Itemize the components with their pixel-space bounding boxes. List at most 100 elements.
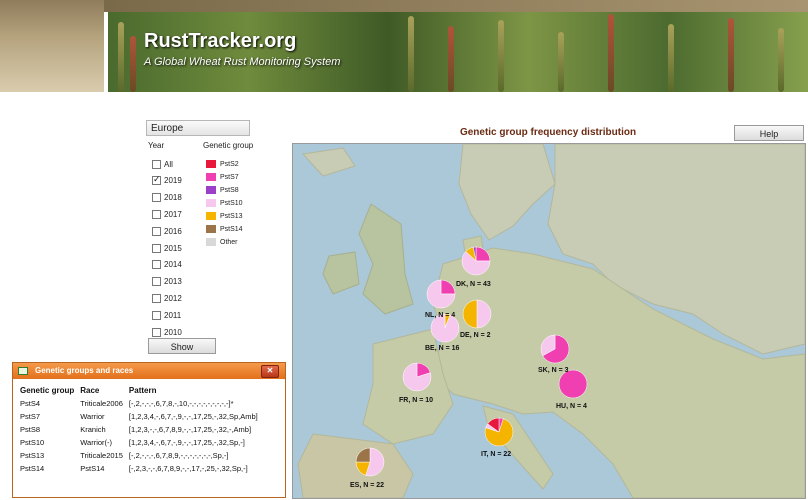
- pie-chart[interactable]: [402, 362, 432, 392]
- legend-swatch: [206, 173, 216, 181]
- year-label: 2013: [164, 277, 182, 287]
- year-option[interactable]: 2018: [152, 191, 182, 205]
- year-checkbox[interactable]: [152, 226, 161, 236]
- year-checkbox[interactable]: [152, 277, 161, 287]
- column-header-genetic-group: Genetic group: [20, 386, 75, 395]
- legend-swatch: [206, 238, 216, 246]
- show-button[interactable]: Show: [148, 338, 216, 354]
- pie-chart[interactable]: [461, 246, 491, 276]
- pie-chart[interactable]: [355, 447, 385, 477]
- column-header-pattern: Pattern: [128, 386, 157, 395]
- pie-label: BE, N = 16: [425, 345, 460, 352]
- wheat-stalk-decoration: [118, 22, 124, 92]
- legend-swatch: [206, 160, 216, 168]
- year-option[interactable]: 2019: [152, 174, 182, 188]
- legend-label: PstS14: [220, 225, 243, 233]
- year-label: 2017: [164, 209, 182, 219]
- year-option[interactable]: 2017: [152, 207, 182, 221]
- year-label: 2014: [164, 260, 182, 270]
- year-label: 2016: [164, 226, 182, 236]
- year-checkbox[interactable]: [152, 243, 161, 253]
- cell-pattern: [-,2,3,-,-,6,7,8,9,-,-,17,-,25,-,32,Sp,-…: [128, 464, 248, 473]
- pie-label: DK, N = 43: [456, 281, 491, 288]
- map-title: Genetic group frequency distribution: [459, 127, 637, 138]
- pie-slice: [476, 299, 492, 329]
- year-label: 2010: [164, 327, 182, 337]
- legend-item: PstS13: [206, 210, 243, 222]
- site-title[interactable]: RustTracker.org: [144, 30, 296, 53]
- legend-item: PstS10: [206, 197, 243, 209]
- cell-race: Kranich: [80, 425, 106, 434]
- cell-pattern: [-,2,-,-,-,6,7,8,-,10,-,-,-,-,-,-,-,-,-]…: [128, 399, 234, 408]
- year-checkbox[interactable]: [152, 174, 161, 186]
- pie-chart[interactable]: [484, 417, 514, 447]
- cell-pattern: [1,2,3,-,-,6,7,8,9,-,-,17,25,-,32,-,Amb]: [128, 425, 252, 434]
- year-checkbox[interactable]: [152, 193, 161, 203]
- wheat-stalk-decoration: [778, 28, 784, 92]
- year-option[interactable]: 2016: [152, 224, 182, 238]
- europe-map[interactable]: DK, N = 43 NL, N = 4 DE, N = 2 BE, N = 16 SK…: [292, 143, 806, 499]
- genetic-groups-table: Genetic group Race Pattern PstS4 Tritical…: [17, 385, 261, 475]
- genetic-group-heading: Genetic group: [203, 141, 254, 150]
- pie-chart[interactable]: [426, 279, 456, 309]
- help-button[interactable]: Help: [734, 125, 804, 141]
- pie-label: IT, N = 22: [481, 451, 512, 458]
- year-option[interactable]: 2015: [152, 241, 182, 255]
- year-checkbox[interactable]: [152, 293, 161, 303]
- legend-label: Other: [220, 238, 238, 246]
- table-row: PstS4 Triticale2006 [-,2,-,-,-,6,7,8,-,10,…: [17, 397, 261, 410]
- year-option[interactable]: All: [152, 157, 173, 171]
- genetic-groups-dialog: Genetic groups and races ✕ Genetic group…: [12, 362, 286, 498]
- wheat-stalk-decoration: [608, 14, 614, 92]
- legend-item: PstS7: [206, 171, 239, 183]
- cell-genetic-group: PstS13: [20, 451, 45, 460]
- window-icon: [18, 367, 28, 375]
- year-checkbox[interactable]: [152, 159, 161, 169]
- pie-label: DE, N = 2: [460, 332, 491, 339]
- year-option[interactable]: 2010: [152, 325, 182, 339]
- region-select[interactable]: Europe: [146, 120, 250, 136]
- legend-label: PstS8: [220, 186, 239, 194]
- legend-label: PstS2: [220, 160, 239, 168]
- year-label: 2012: [164, 293, 182, 303]
- legend-swatch: [206, 212, 216, 220]
- wheat-stalk-decoration: [448, 26, 454, 92]
- year-checkbox[interactable]: [152, 260, 161, 270]
- legend-swatch: [206, 225, 216, 233]
- pie-slice: [462, 299, 478, 329]
- cell-pattern: [1,2,3,4,-,6,7,-,9,-,-,17,25,-,32,Sp,Amb…: [128, 412, 258, 421]
- table-row: PstS14 PstS14 [-,2,3,-,-,6,7,8,9,-,-,17,-,…: [17, 462, 261, 475]
- cell-genetic-group: PstS10: [20, 438, 45, 447]
- table-row: PstS13 Triticale2015 [-,2,-,-,-,6,7,8,9,-,…: [17, 449, 261, 462]
- year-checkbox[interactable]: [152, 310, 161, 320]
- year-label: 2015: [164, 243, 182, 253]
- year-checkbox[interactable]: [152, 327, 161, 337]
- pie-chart[interactable]: [558, 369, 588, 399]
- legend-label: PstS7: [220, 173, 239, 181]
- legend-label: PstS10: [220, 199, 243, 207]
- year-option[interactable]: 2013: [152, 275, 182, 289]
- close-icon[interactable]: ✕: [261, 365, 279, 378]
- header-banner: RustTracker.org A Global Wheat Rust Moni…: [108, 12, 808, 92]
- year-option[interactable]: 2011: [152, 308, 181, 322]
- pie-label: NL, N = 4: [425, 312, 456, 319]
- site-subtitle: A Global Wheat Rust Monitoring System: [144, 56, 341, 68]
- wheat-stalk-decoration: [408, 16, 414, 92]
- year-label: 2019: [164, 176, 182, 186]
- year-option[interactable]: 2014: [152, 258, 182, 272]
- year-checkbox[interactable]: [152, 209, 161, 219]
- cell-pattern: [-,2,-,-,-,6,7,8,9,-,-,-,-,-,-,-,Sp,-]: [128, 451, 229, 460]
- cell-pattern: [1,2,3,4,-,6,7,-,9,-,-,17,25,-,32,Sp,-]: [128, 438, 245, 447]
- dialog-titlebar[interactable]: Genetic groups and races ✕: [13, 363, 285, 379]
- pie-chart[interactable]: [462, 299, 492, 329]
- pie-chart-layer: [355, 246, 588, 477]
- header-left-panel: [0, 0, 104, 92]
- pie-label: FR, N = 10: [399, 397, 434, 404]
- wheat-stalk-decoration: [130, 36, 136, 92]
- legend-label: PstS13: [220, 212, 243, 220]
- column-header-race: Race: [80, 386, 100, 395]
- year-option[interactable]: 2012: [152, 291, 182, 305]
- pie-chart[interactable]: [540, 334, 570, 364]
- year-label: 2018: [164, 193, 182, 203]
- pie-slice: [558, 369, 588, 399]
